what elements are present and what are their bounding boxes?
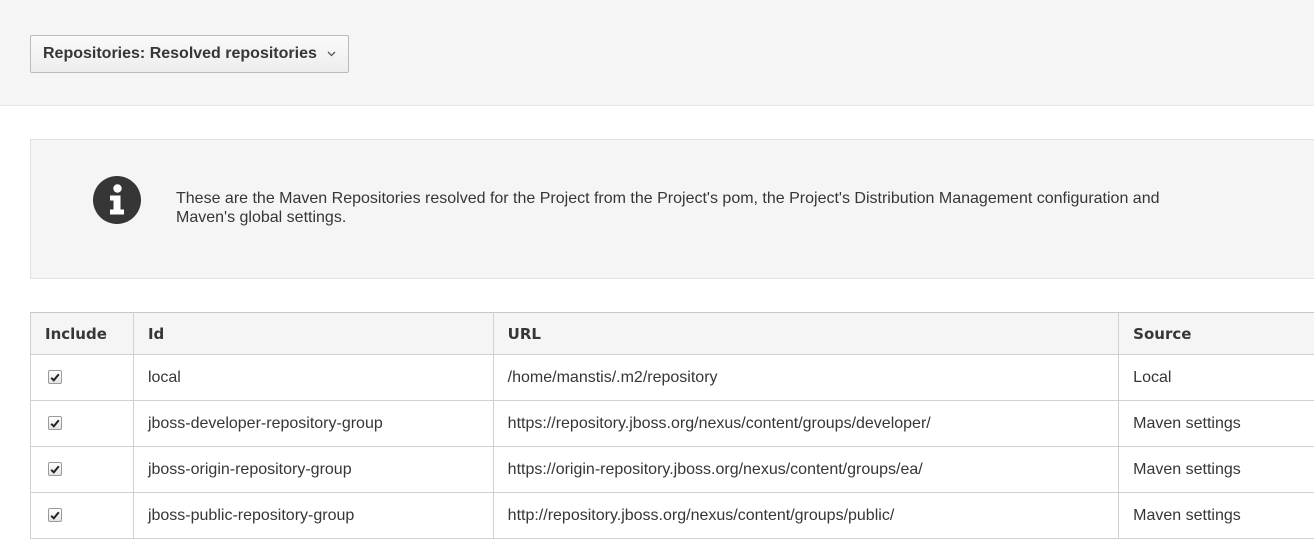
table-row: jboss-public-repository-group http://rep… (31, 493, 1314, 539)
column-header-id[interactable]: Id (133, 313, 493, 355)
column-header-url[interactable]: URL (493, 313, 1119, 355)
repo-source: Maven settings (1119, 447, 1314, 493)
repo-url: http://repository.jboss.org/nexus/conten… (493, 493, 1119, 539)
table-row: jboss-developer-repository-group https:/… (31, 401, 1314, 447)
info-icon (93, 176, 141, 224)
repo-id: jboss-public-repository-group (133, 493, 493, 539)
repositories-dropdown-button[interactable]: Repositories: Resolved repositories (30, 35, 349, 73)
repo-source: Maven settings (1119, 493, 1314, 539)
repo-source: Local (1119, 355, 1314, 401)
info-message: These are the Maven Repositories resolve… (176, 189, 1216, 227)
column-header-source[interactable]: Source (1119, 313, 1314, 355)
include-checkbox[interactable] (48, 508, 62, 522)
checkmark-icon (50, 465, 60, 474)
include-checkbox[interactable] (48, 370, 62, 384)
repo-id: jboss-origin-repository-group (133, 447, 493, 493)
column-header-include[interactable]: Include (31, 313, 134, 355)
repo-url: https://repository.jboss.org/nexus/conte… (493, 401, 1119, 447)
repo-url: /home/manstis/.m2/repository (493, 355, 1119, 401)
repo-url: https://origin-repository.jboss.org/nexu… (493, 447, 1119, 493)
repo-id: jboss-developer-repository-group (133, 401, 493, 447)
table-row: jboss-origin-repository-group https://or… (31, 447, 1314, 493)
include-checkbox[interactable] (48, 416, 62, 430)
checkmark-icon (50, 419, 60, 428)
table-header-row: Include Id URL Source (31, 313, 1314, 355)
repo-id: local (133, 355, 493, 401)
repositories-table: Include Id URL Source local /home/mansti… (30, 312, 1314, 539)
table-row: local /home/manstis/.m2/repository Local (31, 355, 1314, 401)
info-alert: These are the Maven Repositories resolve… (30, 139, 1314, 279)
toolbar: Repositories: Resolved repositories (0, 0, 1314, 106)
checkmark-icon (50, 511, 60, 520)
include-checkbox[interactable] (48, 462, 62, 476)
checkmark-icon (50, 373, 60, 382)
repo-source: Maven settings (1119, 401, 1314, 447)
dropdown-label: Repositories: Resolved repositories (43, 45, 317, 63)
chevron-down-icon (327, 51, 336, 57)
